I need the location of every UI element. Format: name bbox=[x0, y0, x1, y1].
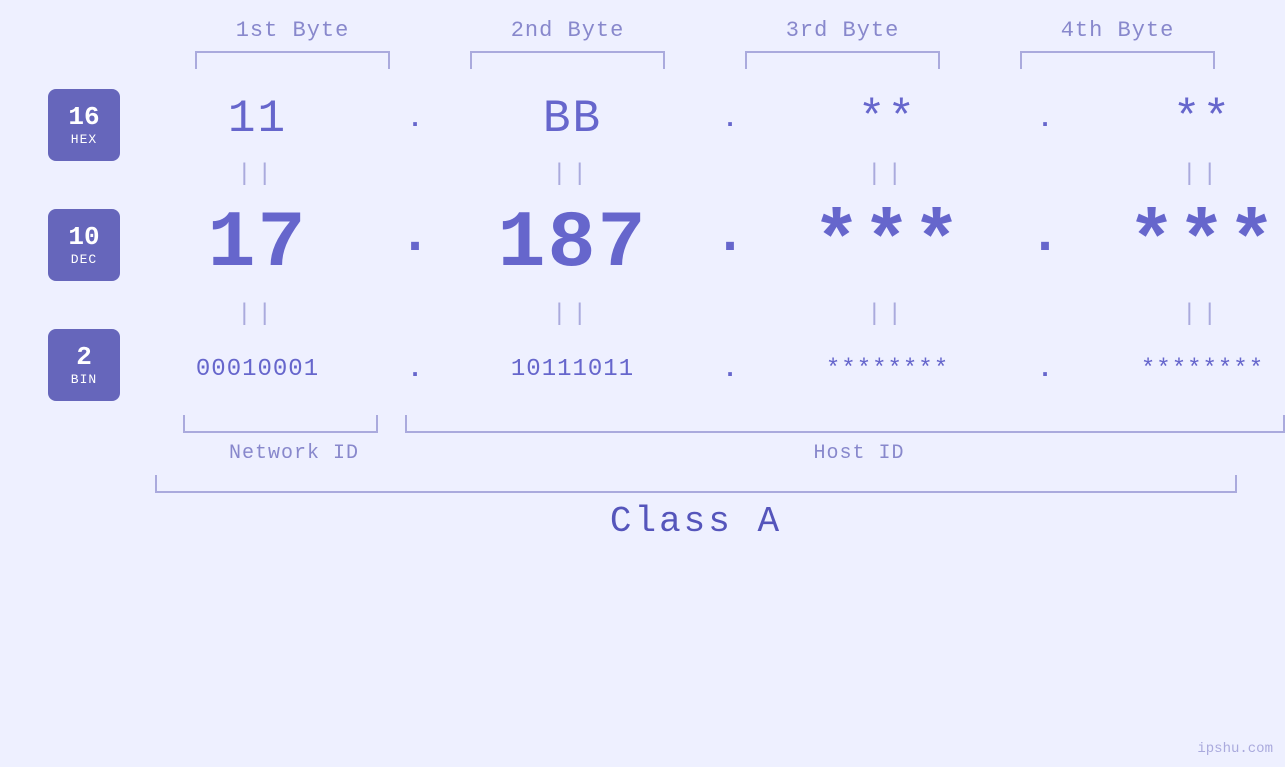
big-bracket-section: Class A bbox=[155, 475, 1285, 542]
hex-sep2: . bbox=[722, 104, 738, 134]
dec-b4: *** bbox=[1127, 199, 1277, 290]
eq1-b2: || bbox=[435, 161, 710, 188]
bin-b3: ******** bbox=[826, 356, 949, 383]
dec-sep1: . bbox=[398, 204, 431, 267]
content-area: 16 HEX 10 DEC 2 BIN 11 . bbox=[0, 79, 1285, 409]
hex-sep1: . bbox=[407, 104, 423, 134]
dec-b1: 17 bbox=[207, 199, 307, 290]
bin-row: 00010001 . 10111011 . ******** . bbox=[120, 329, 1285, 409]
bin-b2-cell: 10111011 bbox=[435, 356, 710, 383]
class-label: Class A bbox=[155, 501, 1237, 542]
dec-b3-cell: *** bbox=[750, 199, 1025, 290]
eq1-b3: || bbox=[750, 161, 1025, 188]
bin-sep3: . bbox=[1037, 354, 1053, 384]
host-id-bracket bbox=[405, 415, 1285, 433]
main-container: 1st Byte 2nd Byte 3rd Byte 4th Byte 16 H… bbox=[0, 0, 1285, 767]
bin-b1: 00010001 bbox=[196, 356, 319, 383]
bottom-brackets bbox=[155, 415, 1285, 433]
bin-b3-cell: ******** bbox=[750, 356, 1025, 383]
equals-row-2: || || || || bbox=[120, 299, 1285, 329]
dec-badge: 10 DEC bbox=[48, 209, 120, 281]
hex-sep3: . bbox=[1037, 104, 1053, 134]
bottom-bracket-section: Network ID Host ID bbox=[155, 415, 1285, 465]
top-bracket-2 bbox=[470, 51, 665, 69]
bin-b4: ******** bbox=[1141, 356, 1264, 383]
dec-b4-cell: *** bbox=[1065, 199, 1285, 290]
hex-b4-cell: ** bbox=[1065, 93, 1285, 145]
network-id-label: Network ID bbox=[155, 442, 433, 465]
dec-b2: 187 bbox=[497, 199, 647, 290]
bin-b4-cell: ******** bbox=[1065, 356, 1285, 383]
dec-b2-cell: 187 bbox=[435, 199, 710, 290]
hex-row: 11 . BB . ** . ** bbox=[120, 79, 1285, 159]
hex-b3: ** bbox=[858, 93, 917, 145]
eq1-b4: || bbox=[1065, 161, 1285, 188]
eq2-b4: || bbox=[1065, 301, 1285, 328]
watermark: ipshu.com bbox=[1197, 741, 1273, 757]
byte2-header: 2nd Byte bbox=[430, 18, 705, 43]
byte-headers: 1st Byte 2nd Byte 3rd Byte 4th Byte bbox=[155, 18, 1285, 43]
eq1-b1: || bbox=[120, 161, 395, 188]
eq2-b2: || bbox=[435, 301, 710, 328]
values-area: 11 . BB . ** . ** bbox=[120, 79, 1285, 409]
top-bracket-4 bbox=[1020, 51, 1215, 69]
top-bracket-3 bbox=[745, 51, 940, 69]
dec-sep3: . bbox=[1028, 204, 1061, 267]
byte1-header: 1st Byte bbox=[155, 18, 430, 43]
bin-b1-cell: 00010001 bbox=[120, 356, 395, 383]
bin-sep1: . bbox=[407, 354, 423, 384]
top-brackets bbox=[155, 51, 1285, 69]
top-bracket-1 bbox=[195, 51, 390, 69]
bin-sep2: . bbox=[722, 354, 738, 384]
class-bracket bbox=[155, 475, 1237, 493]
byte3-header: 3rd Byte bbox=[705, 18, 980, 43]
hex-b2-cell: BB bbox=[435, 93, 710, 145]
bin-b2: 10111011 bbox=[511, 356, 634, 383]
badges-column: 16 HEX 10 DEC 2 BIN bbox=[48, 89, 120, 409]
hex-b1: 11 bbox=[228, 93, 287, 145]
dec-b1-cell: 17 bbox=[120, 199, 395, 290]
hex-b3-cell: ** bbox=[750, 93, 1025, 145]
eq2-b1: || bbox=[120, 301, 395, 328]
dec-b3: *** bbox=[812, 199, 962, 290]
hex-b1-cell: 11 bbox=[120, 93, 395, 145]
byte4-header: 4th Byte bbox=[980, 18, 1255, 43]
hex-b2: BB bbox=[543, 93, 602, 145]
network-id-bracket bbox=[183, 415, 378, 433]
dec-sep2: . bbox=[713, 204, 746, 267]
hex-badge: 16 HEX bbox=[48, 89, 120, 161]
hex-b4: ** bbox=[1173, 93, 1232, 145]
host-id-label: Host ID bbox=[433, 442, 1285, 465]
id-labels: Network ID Host ID bbox=[155, 438, 1285, 465]
dec-row: 17 . 187 . *** . *** bbox=[120, 189, 1285, 299]
eq2-b3: || bbox=[750, 301, 1025, 328]
bin-badge: 2 BIN bbox=[48, 329, 120, 401]
equals-row-1: || || || || bbox=[120, 159, 1285, 189]
